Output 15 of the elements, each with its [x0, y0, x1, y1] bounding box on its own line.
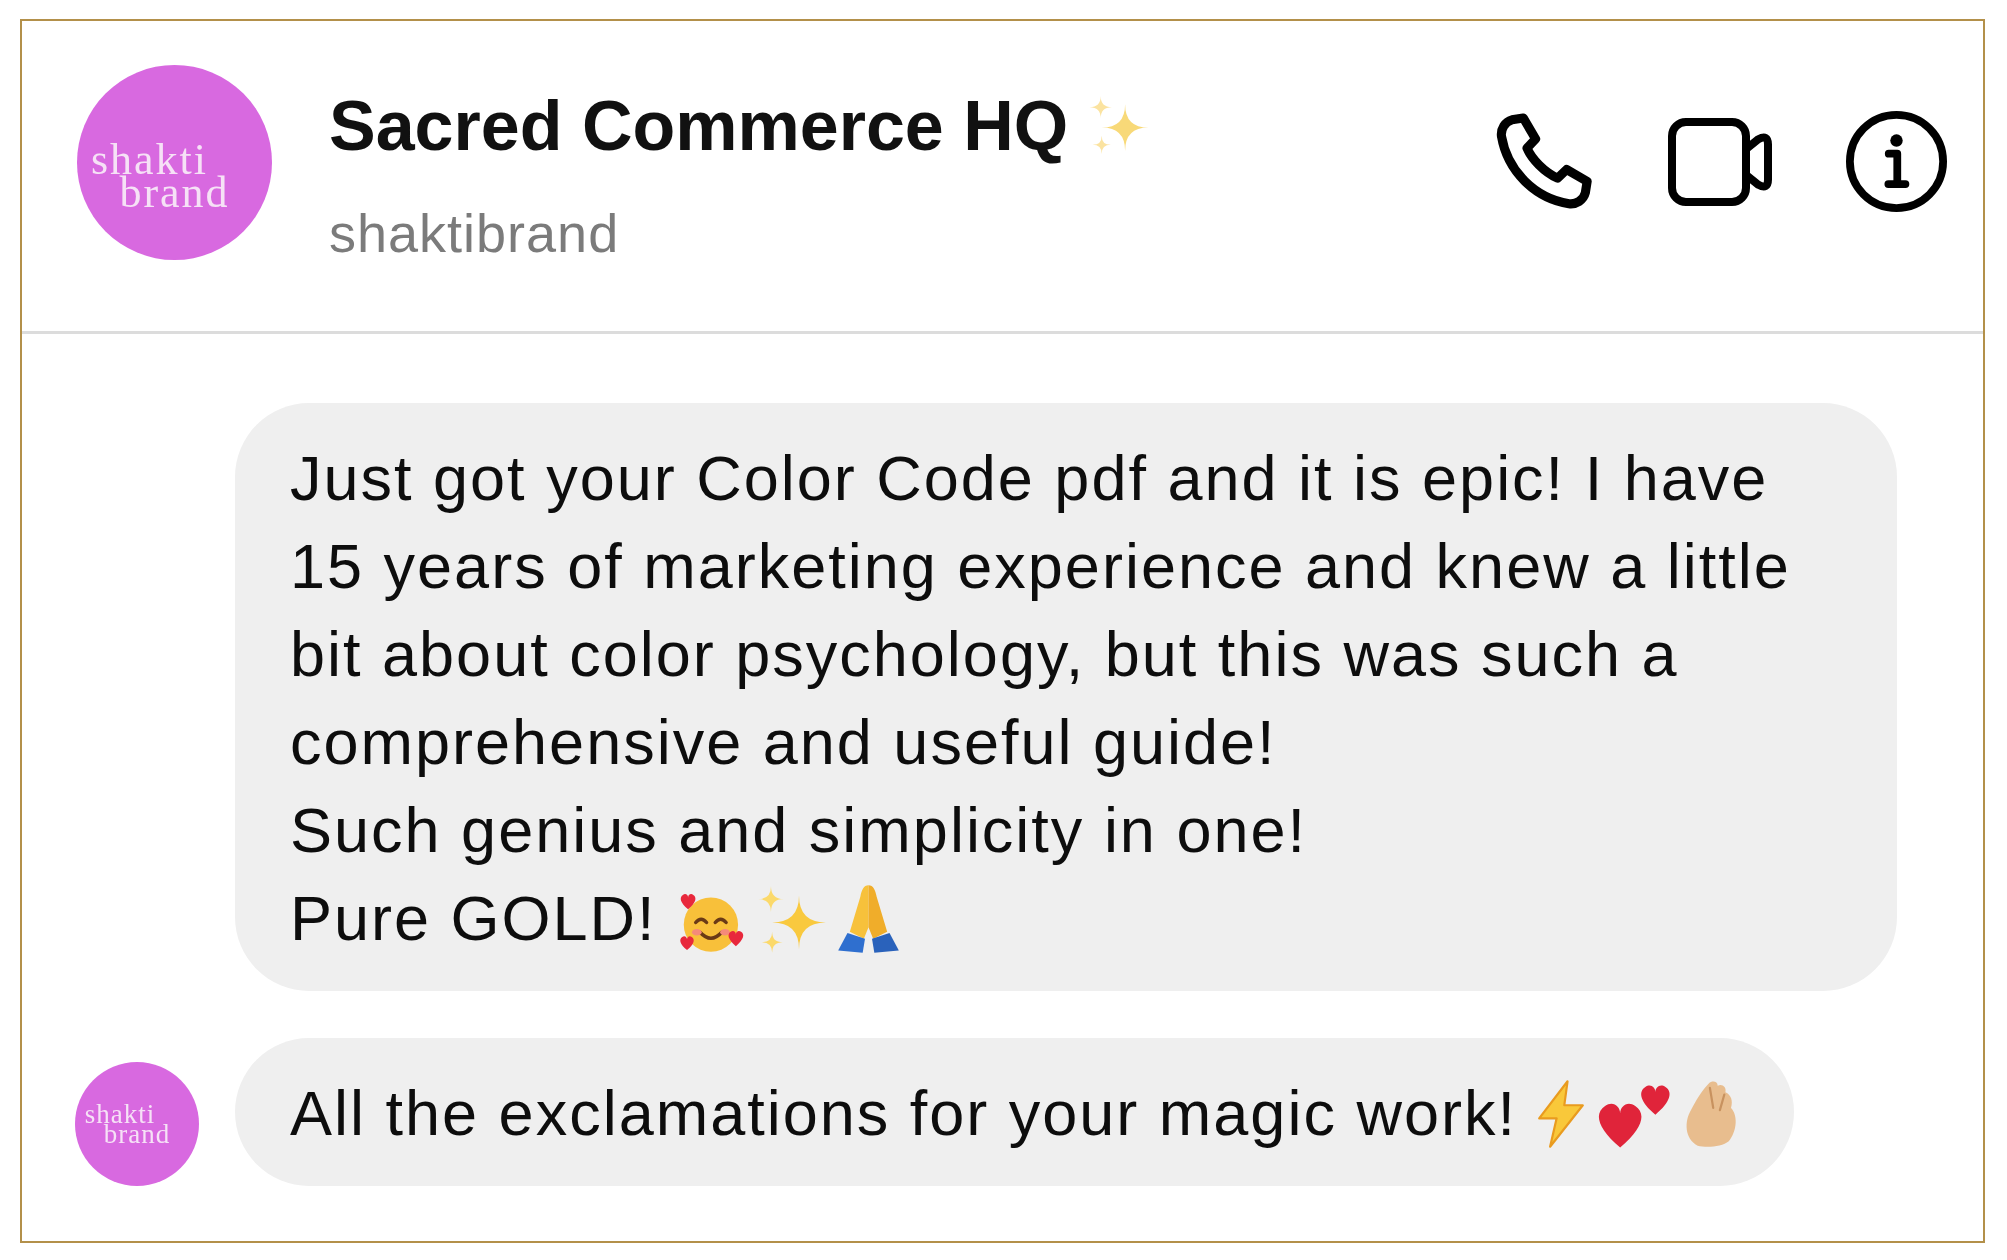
- logo-text: brand: [119, 175, 230, 209]
- phone-icon[interactable]: [1496, 112, 1594, 211]
- info-icon[interactable]: [1846, 111, 1947, 212]
- message-text: Such genius and simplicity in one!: [290, 795, 1308, 865]
- folded-hands-icon: [836, 884, 900, 954]
- message-text: Just got your Color Code pdf and it is epic! I have 15 years of marketing experience and knew a little bit about color psychology, but this was such a comprehensive and useful guide!: [290, 443, 1791, 777]
- message-text: All the exclamations for your magic work!: [290, 1078, 1517, 1148]
- logo-text: shakti: [90, 142, 209, 176]
- logo-text: brand: [103, 1124, 171, 1144]
- logo-text: shakti: [84, 1104, 156, 1124]
- lightning-icon: [1536, 1079, 1585, 1149]
- username: shaktibrand: [329, 202, 620, 264]
- message-text: Pure GOLD!: [290, 883, 657, 953]
- chat-title: Sacred Commerce HQ: [329, 87, 1069, 165]
- video-camera-icon[interactable]: [1668, 117, 1772, 206]
